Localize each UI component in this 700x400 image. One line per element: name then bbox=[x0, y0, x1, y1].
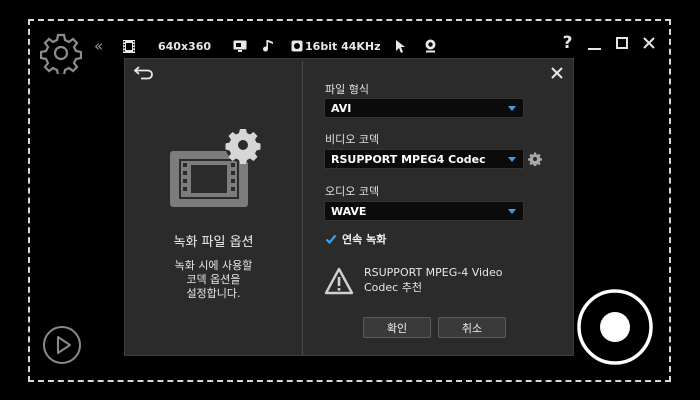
options-description: 녹화 시에 사용할 코덱 옵션을 설정합니다. bbox=[174, 259, 253, 300]
file-format-select[interactable]: AVI bbox=[324, 98, 524, 118]
panel-divider bbox=[302, 61, 303, 355]
checkmark-icon[interactable] bbox=[325, 233, 337, 245]
film-icon[interactable] bbox=[122, 39, 136, 53]
recording-info-toolbar: 640x360 16bit 44KHz bbox=[122, 36, 437, 56]
ok-button[interactable]: 확인 bbox=[363, 317, 431, 338]
codec-recommendation-text: RSUPPORT MPEG-4 Video Codec 추천 bbox=[364, 266, 503, 294]
webcam-icon[interactable] bbox=[424, 39, 437, 53]
close-icon[interactable] bbox=[641, 34, 656, 52]
close-icon[interactable] bbox=[550, 66, 564, 80]
maximize-icon[interactable] bbox=[614, 34, 629, 52]
video-codec-label: 비디오 코덱 bbox=[325, 133, 380, 146]
gear-icon[interactable] bbox=[528, 152, 542, 166]
gear-icon[interactable] bbox=[40, 32, 82, 74]
minimize-icon[interactable] bbox=[587, 34, 602, 52]
video-settings-icon bbox=[170, 127, 261, 207]
file-format-label: 파일 형식 bbox=[325, 83, 369, 96]
audio-device-icon[interactable] bbox=[291, 40, 303, 52]
cursor-icon[interactable] bbox=[395, 39, 406, 54]
dropdown-caret-icon bbox=[508, 209, 516, 214]
back-icon[interactable] bbox=[133, 65, 155, 81]
music-note-icon[interactable] bbox=[263, 39, 275, 53]
dropdown-caret-icon bbox=[508, 106, 516, 111]
continuous-record-option[interactable]: 연속 녹화 bbox=[325, 231, 386, 247]
audio-codec-label: 오디오 코덱 bbox=[325, 185, 380, 198]
window-controls: ? bbox=[560, 33, 656, 53]
collapse-icon[interactable]: « bbox=[94, 37, 103, 55]
help-icon[interactable]: ? bbox=[560, 33, 575, 53]
warning-icon bbox=[324, 267, 354, 295]
resolution-label[interactable]: 640x360 bbox=[158, 40, 211, 53]
audio-quality-label[interactable]: 16bit 44KHz bbox=[305, 40, 380, 53]
recording-file-options-dialog: 녹화 파일 옵션 녹화 시에 사용할 코덱 옵션을 설정합니다. 파일 형식 A… bbox=[124, 58, 574, 356]
cancel-button[interactable]: 취소 bbox=[438, 317, 506, 338]
options-title: 녹화 파일 옵션 bbox=[173, 235, 254, 250]
continuous-record-label: 연속 녹화 bbox=[342, 233, 387, 246]
record-icon[interactable] bbox=[576, 288, 654, 366]
monitor-icon[interactable] bbox=[233, 40, 247, 53]
dropdown-caret-icon bbox=[508, 157, 516, 162]
video-codec-select[interactable]: RSUPPORT MPEG4 Codec bbox=[324, 149, 524, 169]
play-icon[interactable] bbox=[42, 325, 82, 365]
audio-codec-select[interactable]: WAVE bbox=[324, 201, 524, 221]
